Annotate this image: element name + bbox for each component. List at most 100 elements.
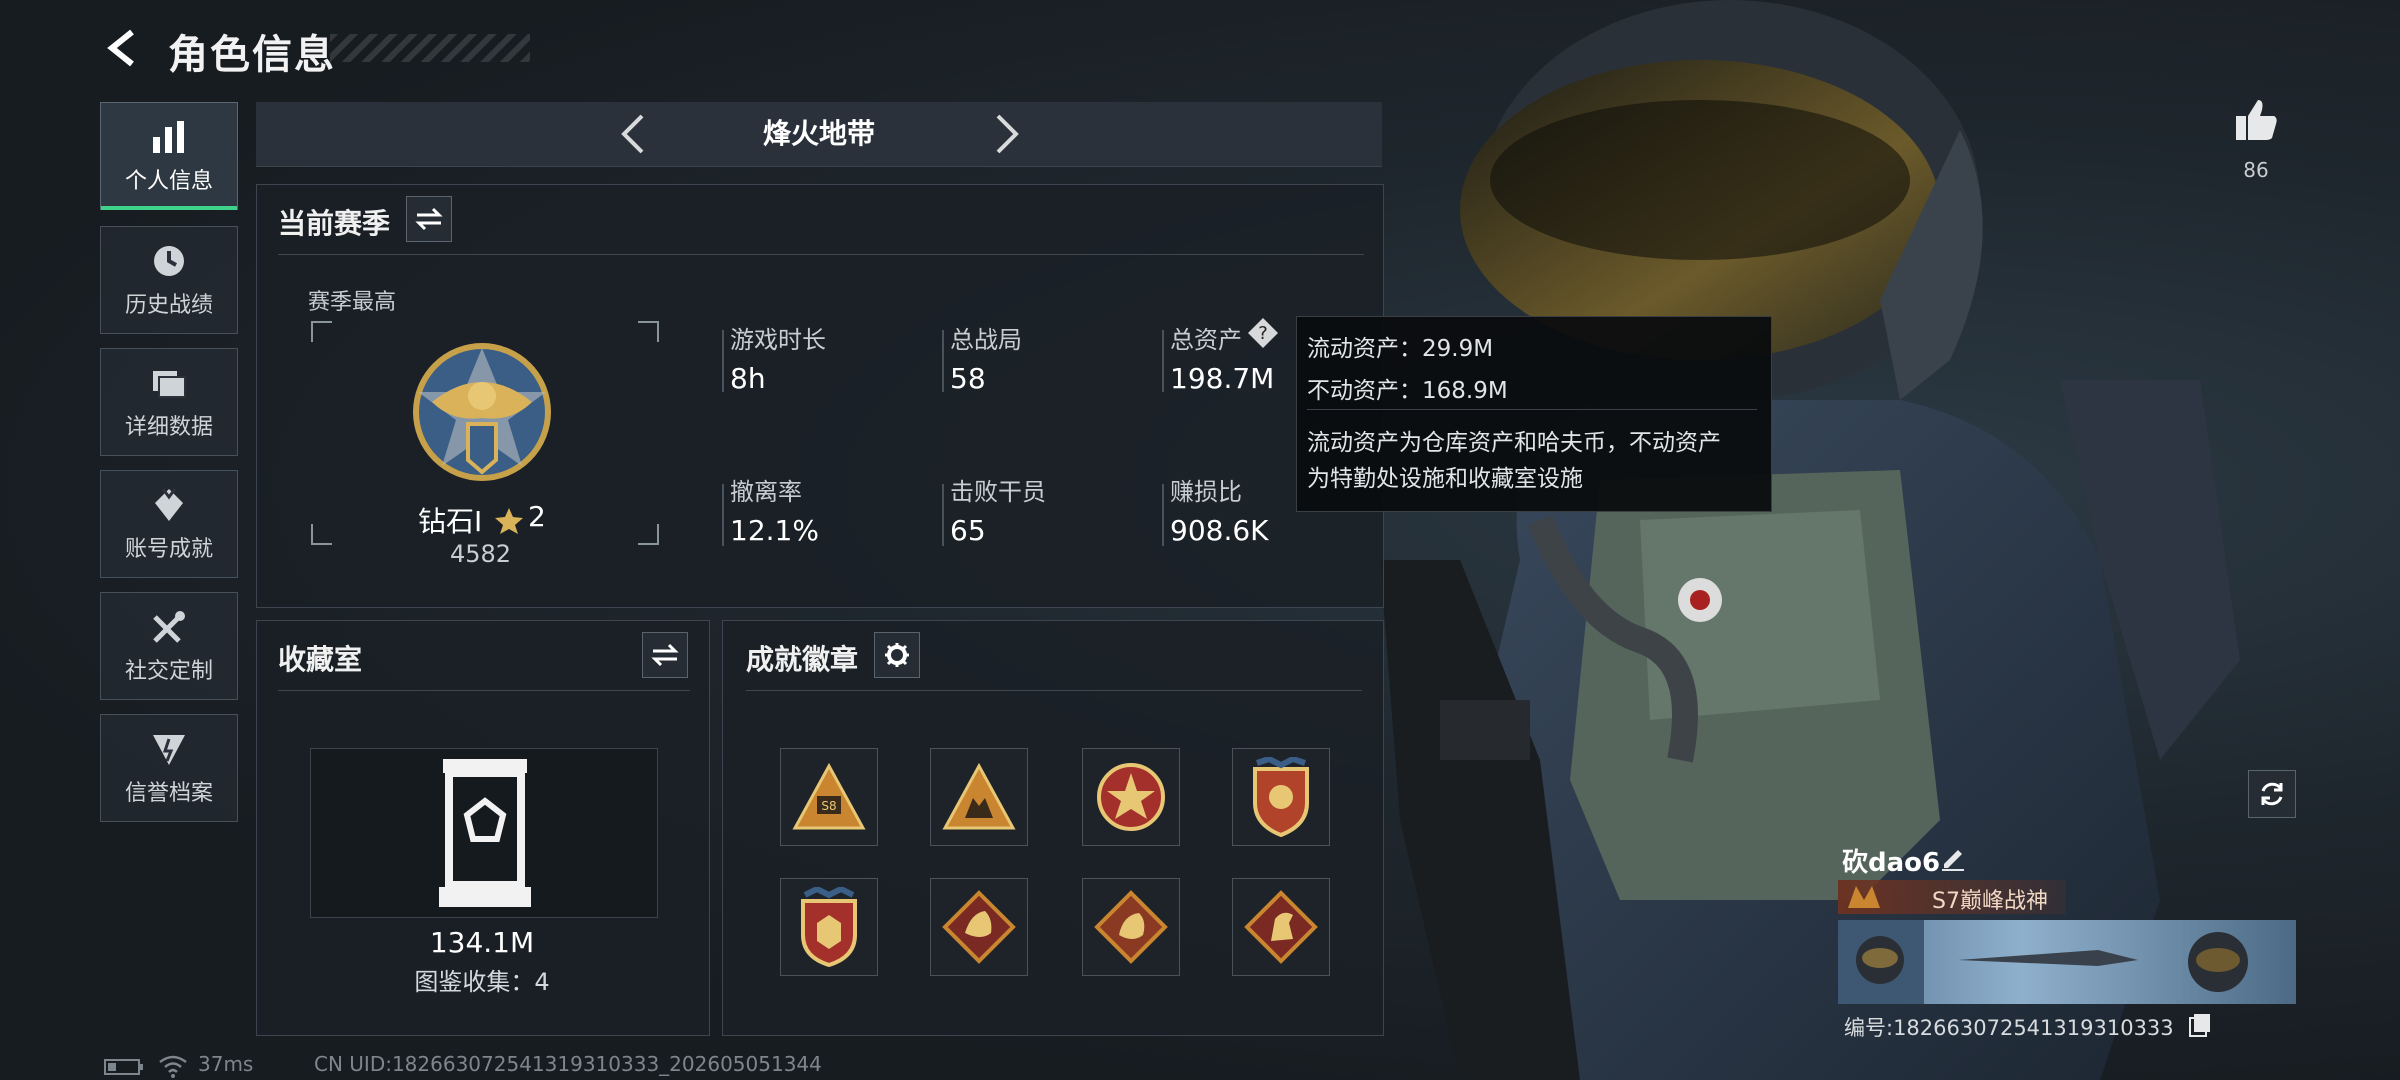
back-arrow-icon	[107, 29, 134, 67]
stat-divider	[722, 330, 724, 392]
sidebar-item-history[interactable]: 历史战绩	[100, 226, 238, 334]
player-id: 编号:182663072541319310333	[1844, 1016, 2174, 1040]
next-mode-button[interactable]	[982, 106, 1032, 162]
svg-text:S8: S8	[821, 799, 836, 813]
stat-divider	[1162, 330, 1164, 392]
sidebar-item-label: 历史战绩	[124, 293, 213, 318]
star-icon	[495, 508, 523, 534]
sidebar-item-personal-info[interactable]: 个人信息	[100, 102, 238, 210]
badge-slot-1[interactable]: S8	[780, 748, 878, 846]
triangle-team-badge-icon	[942, 762, 1016, 830]
swap-icon	[415, 207, 443, 231]
season-best-label: 赛季最高	[308, 290, 397, 315]
stat-divider	[1162, 484, 1164, 546]
folder-icon	[153, 371, 186, 398]
stat-divider	[942, 330, 944, 392]
shield-crown-badge-icon	[1253, 757, 1309, 837]
character-model	[1380, 0, 2240, 1080]
tools-icon	[153, 611, 185, 643]
badge-slot-5[interactable]	[780, 878, 878, 976]
stat-value-profit-ratio: 908.6K	[1170, 514, 1269, 547]
badge-slot-3[interactable]	[1082, 748, 1180, 846]
chevron-right-icon	[996, 114, 1019, 154]
title-decoration	[330, 34, 530, 62]
history-clock-icon	[154, 246, 184, 276]
sidebar-item-label: 详细数据	[124, 415, 213, 440]
badges-title: 成就徽章	[746, 643, 859, 676]
collection-room-preview[interactable]	[310, 748, 658, 918]
sidebar-item-label: 社交定制	[124, 659, 213, 684]
sidebar-item-label: 账号成就	[124, 537, 213, 562]
divider	[746, 690, 1362, 691]
sidebar-item-detail-data[interactable]: 详细数据	[100, 348, 238, 456]
rotate-model-button[interactable]	[2248, 770, 2296, 818]
swap-icon	[651, 643, 679, 667]
sidebar-item-social[interactable]: 社交定制	[100, 592, 238, 700]
jet-pilot-banner	[1838, 920, 2248, 1004]
tooltip-liquid-assets: 流动资产：29.9M	[1307, 336, 1494, 362]
page-title: 角色信息	[168, 32, 336, 78]
collection-title: 收藏室	[278, 643, 363, 676]
question-icon: ?	[1248, 318, 1278, 348]
bar-chart-icon	[153, 121, 184, 153]
shield-stars-badge-icon	[801, 887, 857, 967]
triangle-s8-badge-icon: S8	[792, 762, 866, 830]
tooltip-divider	[1307, 409, 1757, 410]
badge-slot-7[interactable]	[1082, 878, 1180, 976]
tooltip-desc-line2: 为特勤处设施和收藏室设施	[1307, 466, 1583, 492]
like-count: 86	[2243, 158, 2269, 182]
asset-help-button[interactable]: ?	[1246, 316, 1280, 350]
edit-name-button[interactable]	[1938, 842, 1968, 872]
divider	[278, 690, 690, 691]
stat-value-matches: 58	[950, 362, 986, 395]
gear-icon	[885, 643, 909, 667]
pencil-icon	[1942, 850, 1964, 871]
thumbs-up-icon	[2236, 100, 2277, 140]
refresh-icon	[2261, 782, 2283, 806]
season-title: 当前赛季	[278, 207, 391, 240]
stat-label-total-assets: 总资产	[1170, 326, 1242, 354]
season-switch-button[interactable]	[406, 196, 452, 242]
rank-stars: 2	[528, 500, 546, 533]
horse-diamond-badge-icon	[1244, 890, 1318, 964]
copy-id-button[interactable]	[2188, 1012, 2212, 1038]
badges-settings-button[interactable]	[874, 632, 920, 678]
current-mode-title: 烽火地带	[762, 117, 875, 150]
stat-value-kills: 65	[950, 514, 986, 547]
player-name: 砍dao6	[1842, 848, 1941, 878]
stat-value-total-assets: 198.7M	[1170, 362, 1275, 395]
stat-value-extract-rate: 12.1%	[730, 514, 819, 547]
collection-switch-button[interactable]	[642, 632, 688, 678]
dragon-diamond-badge-icon	[1094, 890, 1168, 964]
battery-icon	[104, 1059, 143, 1075]
sidebar-item-label: 信誉档案	[124, 781, 213, 806]
player-banner-card	[1838, 920, 2296, 1004]
sidebar-item-achievements[interactable]: 账号成就	[100, 470, 238, 578]
wifi-icon	[159, 1055, 187, 1078]
divider	[278, 254, 1364, 255]
collection-value: 134.1M	[429, 926, 535, 959]
sidebar-item-label: 个人信息	[124, 169, 213, 194]
stat-divider	[942, 484, 944, 546]
back-button[interactable]	[96, 22, 148, 74]
player-title: S7巅峰战神	[1932, 889, 2048, 914]
display-case-icon	[439, 759, 531, 907]
like-button[interactable]	[2232, 96, 2280, 144]
badge-slot-2[interactable]	[930, 748, 1028, 846]
tooltip-fixed-assets: 不动资产：168.9M	[1307, 378, 1508, 404]
uid-text: CN UID:182663072541319310333_20260505134…	[314, 1052, 822, 1076]
player-title-banner: S7巅峰战神	[1838, 880, 2066, 914]
badge-slot-8[interactable]	[1232, 878, 1330, 976]
title-emblem-icon	[1848, 886, 1880, 908]
achievement-icon	[155, 488, 183, 521]
stat-label-matches: 总战局	[950, 326, 1022, 354]
stat-label-extract-rate: 撤离率	[730, 478, 802, 506]
badge-slot-6[interactable]	[930, 878, 1028, 976]
sidebar-item-reputation[interactable]: 信誉档案	[100, 714, 238, 822]
badge-slot-4[interactable]	[1232, 748, 1330, 846]
reputation-icon	[153, 735, 185, 765]
ping-value: 37ms	[198, 1052, 254, 1076]
diamond-rank-emblem	[413, 343, 551, 481]
rank-name: 钻石I	[418, 505, 483, 538]
asset-tooltip: 流动资产：29.9M 不动资产：168.9M 流动资产为仓库资产和哈夫币，不动资…	[1296, 316, 1772, 512]
